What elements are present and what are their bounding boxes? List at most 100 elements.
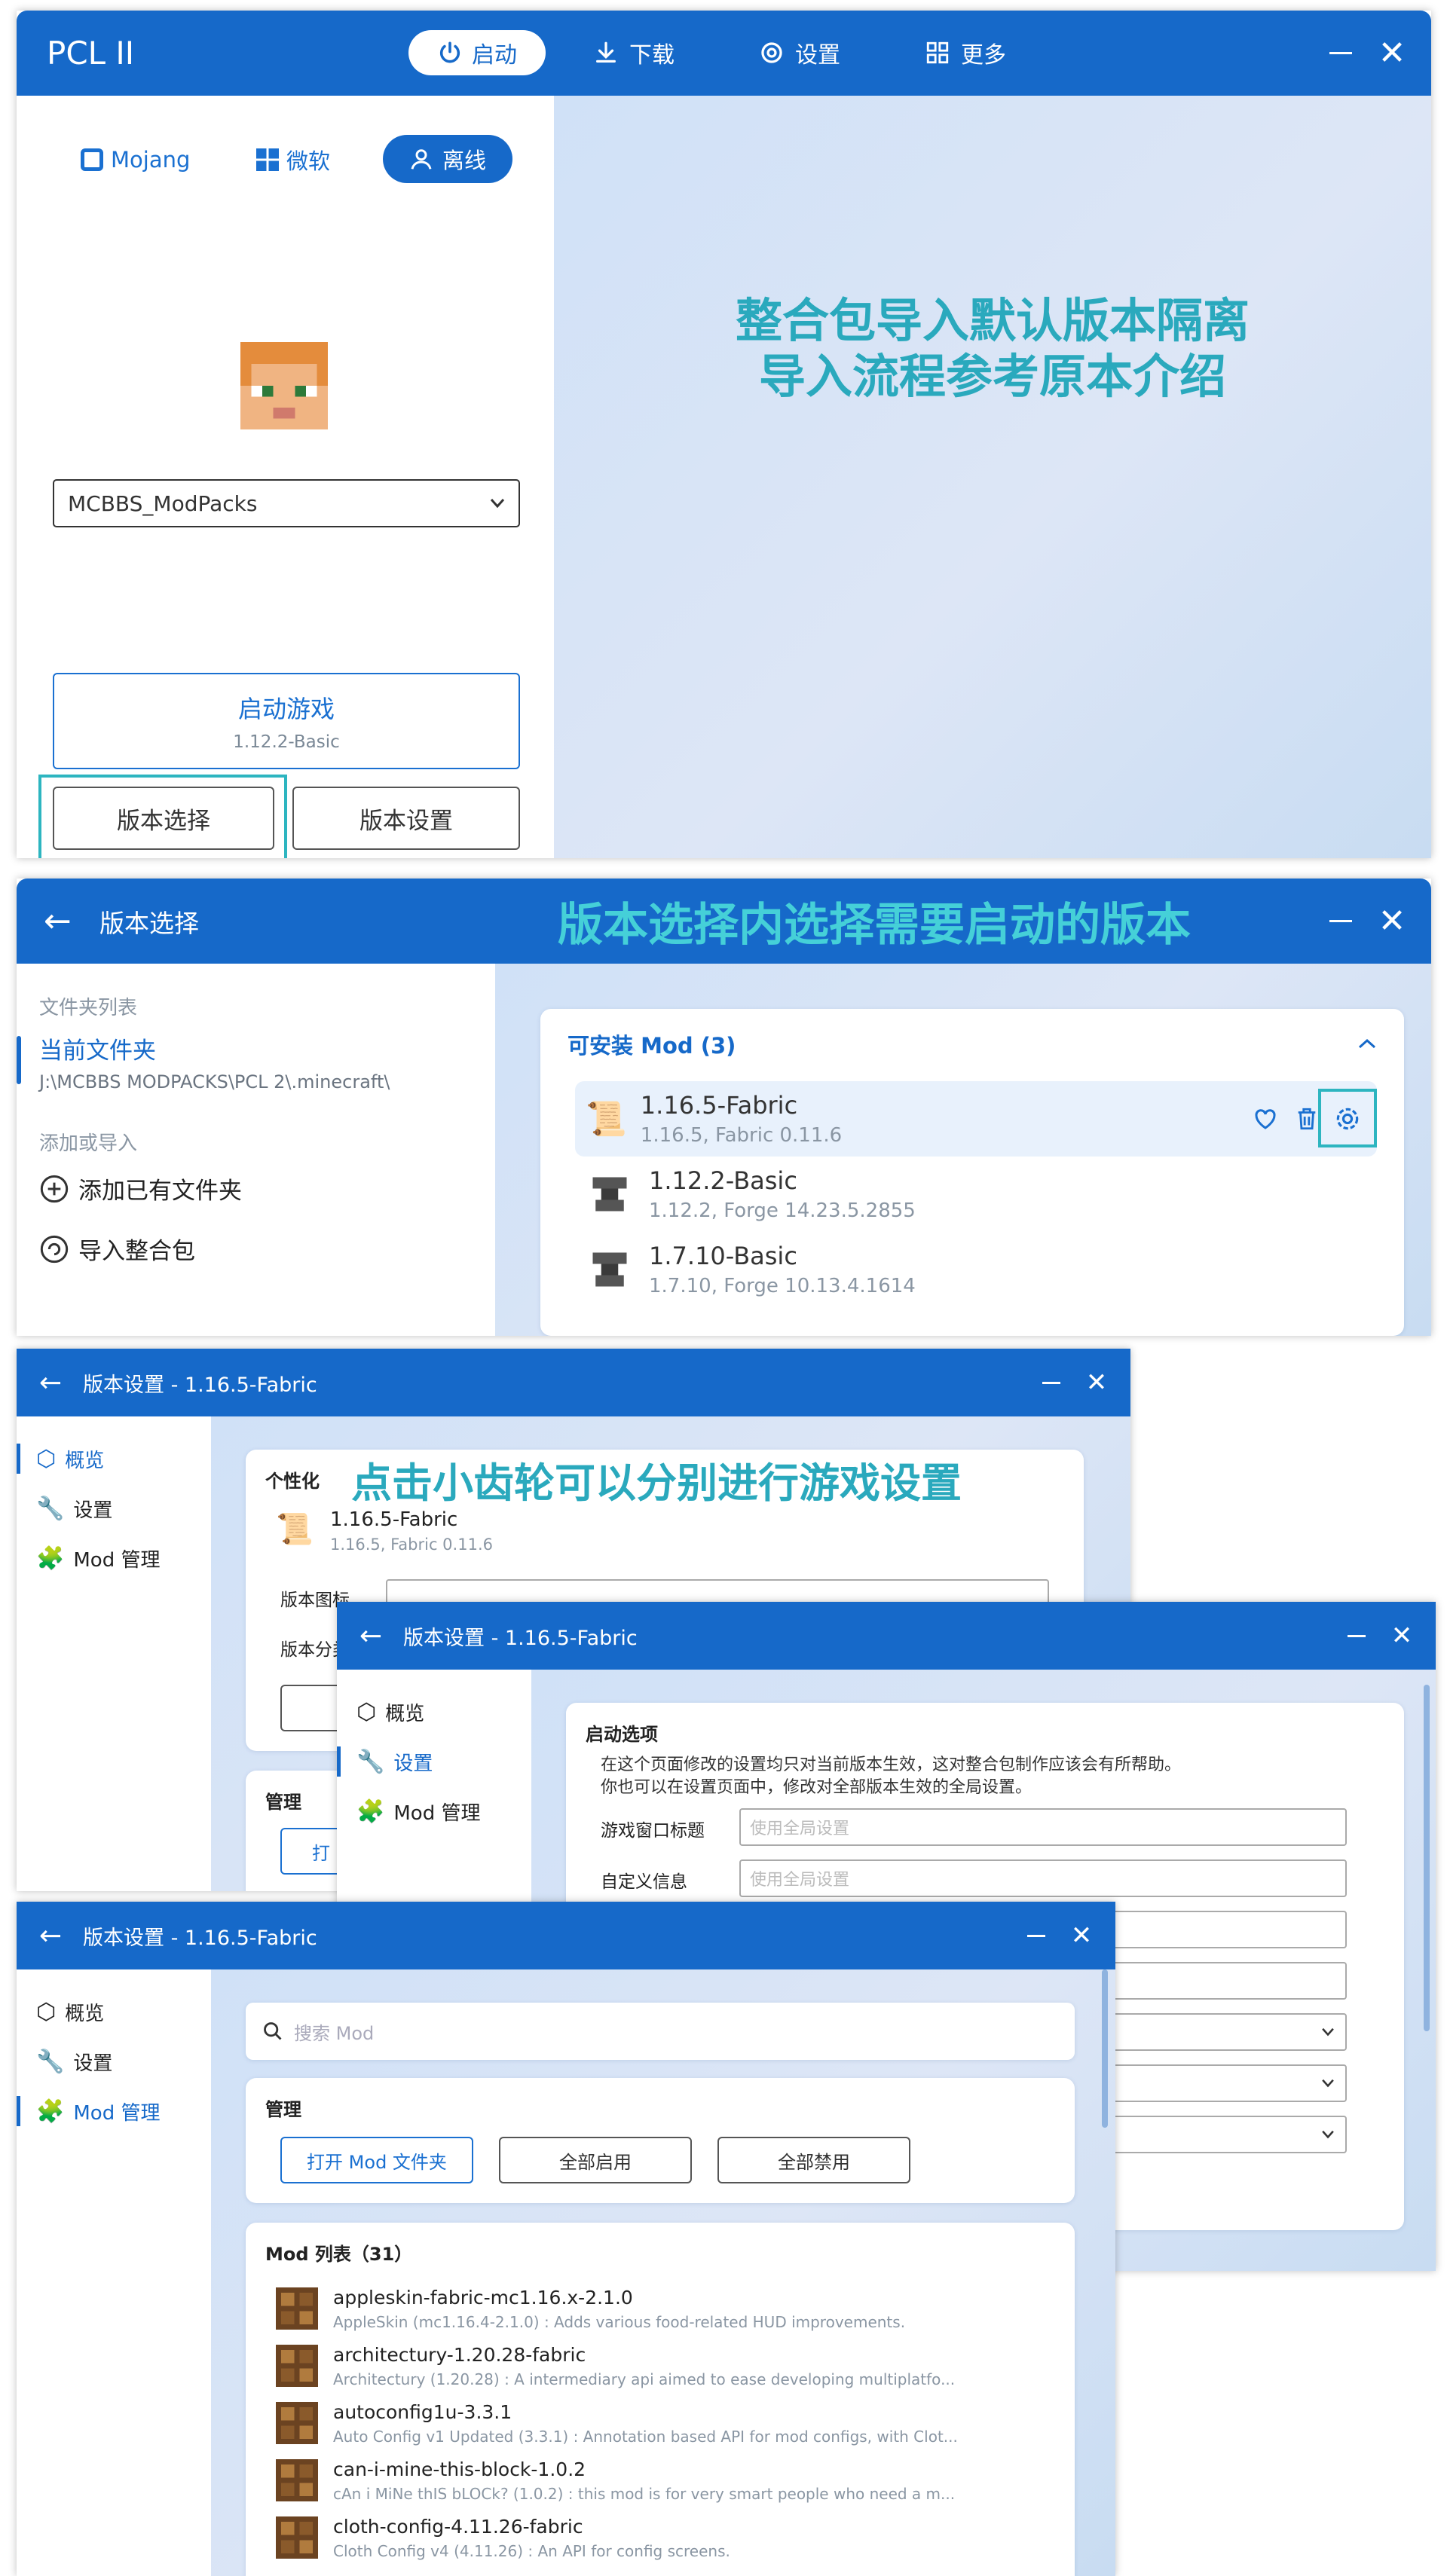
profile-select[interactable]: MCBBS_ModPacks xyxy=(53,479,520,527)
windows-icon xyxy=(256,148,279,171)
version-item[interactable]: 1.12.2-Basic 1.12.2, Forge 14.23.5.2855 xyxy=(575,1157,1377,1232)
mod-list-item[interactable]: autoconfig1u-3.3.1 Auto Config v1 Updated… xyxy=(276,2394,1075,2452)
version-item[interactable]: 📜 1.16.5-Fabric 1.16.5, Fabric 0.11.6 xyxy=(575,1081,1377,1157)
nav-settings-label: 设置 xyxy=(393,1752,433,1775)
minimize-button[interactable] xyxy=(1318,11,1363,96)
mod-list-item[interactable]: appleskin-fabric-mc1.16.x-2.1.0 AppleSkin… xyxy=(276,2280,1075,2337)
window-title-placeholder: 使用全局设置 xyxy=(750,1820,850,1838)
nav-download-label: 下载 xyxy=(629,42,675,69)
add-existing-folder-item[interactable]: 添加已有文件夹 xyxy=(39,1172,242,1205)
nav-launch-tab[interactable]: 启动 xyxy=(408,30,546,75)
close-button[interactable]: ✕ xyxy=(1369,879,1415,964)
nav-overview[interactable]: ⬡ 概览 xyxy=(36,1445,104,1473)
annotation-text-3: 点击小齿轮可以分别进行游戏设置 xyxy=(351,1459,962,1507)
nav-overview[interactable]: ⬡ 概览 xyxy=(356,1698,424,1726)
minimize-button[interactable] xyxy=(1318,879,1363,964)
chevron-up-icon[interactable] xyxy=(1357,1037,1377,1050)
version-item-detail: 1.7.10, Forge 10.13.4.1614 xyxy=(649,1275,916,1297)
disable-all-button[interactable]: 全部禁用 xyxy=(717,2137,910,2183)
wrench-icon: 🔧 xyxy=(36,2049,65,2075)
cube-icon: ⬡ xyxy=(36,1446,57,1472)
mod-desc: AppleSkin (mc1.16.4-2.1.0) : Adds variou… xyxy=(333,2312,906,2331)
current-folder-item[interactable]: 当前文件夹 J:\MCBBS MODPACKS\PCL 2\.minecraft… xyxy=(39,1031,390,1092)
launch-game-button[interactable]: 启动游戏 1.12.2-Basic xyxy=(53,673,520,769)
cube-icon: ⬡ xyxy=(356,1699,377,1725)
nav-launch-label: 启动 xyxy=(472,42,517,69)
minimize-icon xyxy=(1329,920,1352,922)
nav-settings-label: 设置 xyxy=(795,42,840,69)
trash-icon[interactable] xyxy=(1294,1106,1320,1132)
back-arrow-icon[interactable]: ← xyxy=(39,1367,62,1398)
download-icon xyxy=(596,41,616,63)
fabric-scroll-icon: 📜 xyxy=(276,1512,314,1547)
mod-desc: Architectury (1.20.28) : A intermediary … xyxy=(333,2370,956,2388)
heart-icon[interactable] xyxy=(1252,1105,1279,1132)
nav-overview-label: 概览 xyxy=(65,1450,105,1472)
close-button[interactable]: ✕ xyxy=(1063,1902,1100,1969)
enable-all-button[interactable]: 全部启用 xyxy=(499,2137,692,2183)
profile-select-value: MCBBS_ModPacks xyxy=(68,490,258,516)
mod-list-header: Mod 列表（31） xyxy=(265,2244,413,2265)
launch-options-desc-2: 你也可以在设置页面中，修改对全部版本生效的全局设置。 xyxy=(601,1778,1032,1797)
custom-info-input[interactable]: 使用全局设置 xyxy=(739,1859,1347,1897)
close-icon: ✕ xyxy=(1378,902,1406,940)
close-button[interactable]: ✕ xyxy=(1078,1349,1115,1416)
mod-name: appleskin-fabric-mc1.16.x-2.1.0 xyxy=(333,2286,633,2309)
nav-settings[interactable]: 🔧 设置 xyxy=(36,1495,112,1523)
launcher-titlebar: PCL II 启动 下载 设置 更多 ✕ xyxy=(17,11,1431,96)
nav-mod-manage[interactable]: 🧩 Mod 管理 xyxy=(36,2098,160,2125)
mod-name: cloth-config-4.11.26-fabric xyxy=(333,2515,583,2538)
window-title-input[interactable]: 使用全局设置 xyxy=(739,1808,1347,1846)
chevron-down-icon xyxy=(490,499,505,509)
launch-options-desc-1: 在这个页面修改的设置均只对当前版本生效，这对整合包制作应该会有所帮助。 xyxy=(601,1756,1182,1774)
minimize-button[interactable] xyxy=(1338,1602,1375,1670)
annotation-line-2: 导入流程参考原本介绍 xyxy=(758,349,1226,404)
login-tab-microsoft-label: 微软 xyxy=(286,148,331,174)
nav-download-tab[interactable]: 下载 xyxy=(593,30,675,75)
version-select-label: 版本选择 xyxy=(117,807,210,835)
launch-game-version: 1.12.2-Basic xyxy=(233,732,340,752)
nav-overview[interactable]: ⬡ 概览 xyxy=(36,1998,104,2026)
gear-icon[interactable] xyxy=(1333,1105,1362,1133)
nav-mod-manage[interactable]: 🧩 Mod 管理 xyxy=(36,1545,160,1572)
chevron-down-icon xyxy=(1322,2130,1334,2139)
anvil-icon xyxy=(592,1177,627,1212)
login-tab-offline[interactable]: 离线 xyxy=(383,135,512,183)
mod-name: architectury-1.20.28-fabric xyxy=(333,2343,586,2366)
scrollbar[interactable] xyxy=(1102,1969,1108,2128)
nav-settings[interactable]: 🔧 设置 xyxy=(356,1748,433,1776)
nav-active-indicator xyxy=(17,1444,20,1474)
version-item[interactable]: 1.7.10-Basic 1.7.10, Forge 10.13.4.1614 xyxy=(575,1232,1377,1307)
minimize-button[interactable] xyxy=(1032,1349,1070,1416)
open-folder-label: 打 xyxy=(312,1842,330,1864)
mod-list-item[interactable]: cloth-config-4.11.26-fabric Cloth Config … xyxy=(276,2509,1075,2566)
mod-list-item[interactable]: can-i-mine-this-block-1.0.2 cAn i MiNe th… xyxy=(276,2452,1075,2509)
nav-settings[interactable]: 🔧 设置 xyxy=(36,2048,112,2076)
active-folder-indicator xyxy=(17,1036,21,1084)
mod-search-box[interactable]: 搜索 Mod xyxy=(246,2003,1075,2060)
login-tab-mojang[interactable]: Mojang xyxy=(81,137,190,182)
close-button[interactable]: ✕ xyxy=(1383,1602,1421,1670)
mod-list-item[interactable]: architectury-1.20.28-fabric Architectury … xyxy=(276,2337,1075,2394)
nav-more-tab[interactable]: 更多 xyxy=(925,30,1006,75)
nav-mod-manage[interactable]: 🧩 Mod 管理 xyxy=(356,1798,480,1826)
back-arrow-icon[interactable]: ← xyxy=(359,1621,382,1652)
nav-mod-manage-label: Mod 管理 xyxy=(73,2102,161,2125)
close-button[interactable]: ✕ xyxy=(1369,11,1415,96)
back-arrow-icon[interactable]: ← xyxy=(39,1921,62,1951)
back-arrow-icon[interactable]: ← xyxy=(44,902,72,940)
nav-settings-tab[interactable]: 设置 xyxy=(759,30,840,75)
login-tab-microsoft[interactable]: 微软 xyxy=(256,137,330,182)
power-icon xyxy=(439,41,460,63)
mods-titlebar: ← 版本设置 - 1.16.5-Fabric ✕ xyxy=(17,1902,1115,1969)
nav-settings-label: 设置 xyxy=(73,1499,113,1522)
minimize-button[interactable] xyxy=(1017,1902,1055,1969)
scrollbar[interactable] xyxy=(1424,1685,1430,2031)
version-item-detail: 1.16.5, Fabric 0.11.6 xyxy=(640,1124,843,1147)
minimize-icon xyxy=(1027,1934,1045,1937)
import-modpack-item[interactable]: 导入整合包 xyxy=(39,1232,195,1266)
version-settings-button[interactable]: 版本设置 xyxy=(292,787,520,850)
version-select-button[interactable]: 版本选择 xyxy=(53,787,274,850)
nav-active-indicator xyxy=(337,1746,341,1777)
open-mod-folder-button[interactable]: 打开 Mod 文件夹 xyxy=(280,2137,473,2183)
